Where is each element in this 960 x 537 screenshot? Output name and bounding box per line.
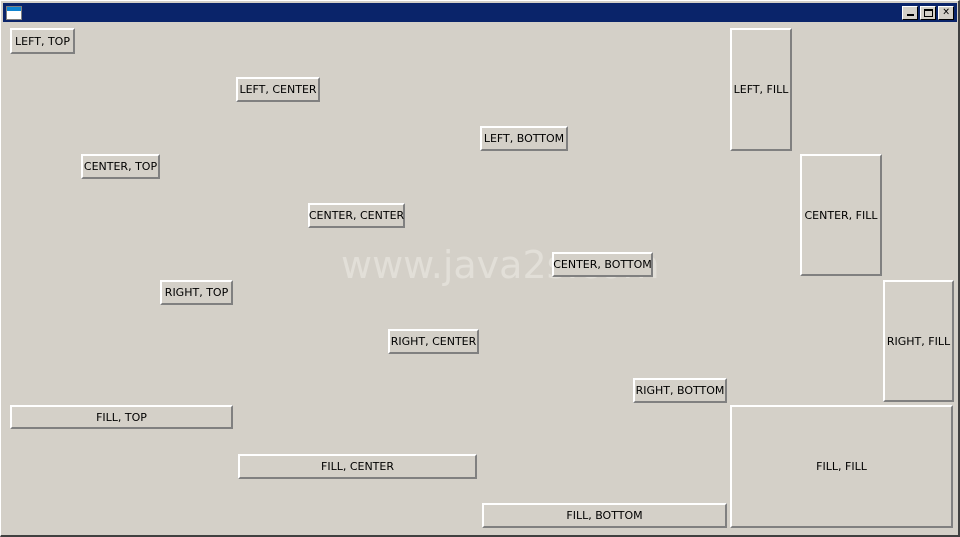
button-left-bottom[interactable]: LEFT, BOTTOM	[480, 126, 568, 151]
button-fill-fill[interactable]: FILL, FILL	[730, 405, 953, 528]
title-bar[interactable]: ✕	[3, 3, 957, 22]
button-left-fill[interactable]: LEFT, FILL	[730, 28, 792, 151]
button-center-bottom[interactable]: CENTER, BOTTOM	[552, 252, 653, 277]
button-left-top[interactable]: LEFT, TOP	[10, 28, 75, 54]
button-center-center[interactable]: CENTER, CENTER	[308, 203, 405, 228]
button-label: CENTER, TOP	[83, 160, 158, 173]
button-right-fill[interactable]: RIGHT, FILL	[883, 280, 954, 402]
close-button[interactable]: ✕	[938, 5, 954, 20]
maximize-button[interactable]	[920, 5, 936, 20]
button-label: FILL, CENTER	[321, 460, 394, 473]
button-label: RIGHT, FILL	[886, 334, 951, 348]
button-center-fill[interactable]: CENTER, FILL	[800, 154, 882, 276]
button-center-top[interactable]: CENTER, TOP	[81, 154, 160, 179]
button-left-center[interactable]: LEFT, CENTER	[236, 77, 320, 102]
close-icon: ✕	[942, 6, 950, 18]
button-right-center[interactable]: RIGHT, CENTER	[388, 329, 479, 354]
button-label: FILL, BOTTOM	[566, 509, 643, 522]
button-fill-center[interactable]: FILL, CENTER	[238, 454, 477, 479]
button-label: LEFT, BOTTOM	[483, 132, 565, 145]
button-label: RIGHT, TOP	[164, 286, 229, 299]
button-label: LEFT, FILL	[733, 83, 789, 96]
minimize-button[interactable]	[902, 5, 918, 20]
client-area: www.java2s.com LEFT, TOP LEFT, CENTER LEFT…	[3, 23, 957, 533]
maximize-icon	[923, 8, 933, 17]
button-label: CENTER, BOTTOM	[553, 258, 652, 271]
button-right-top[interactable]: RIGHT, TOP	[160, 280, 233, 305]
application-window: ✕ www.java2s.com LEFT, TOP LEFT, CENTER LE…	[0, 0, 960, 537]
button-fill-top[interactable]: FILL, TOP	[10, 405, 233, 429]
button-label: RIGHT, CENTER	[390, 335, 477, 348]
button-label: LEFT, TOP	[15, 34, 70, 48]
button-label: CENTER, CENTER	[308, 209, 405, 222]
button-label: FILL, FILL	[816, 460, 867, 473]
button-right-bottom[interactable]: RIGHT, BOTTOM	[633, 378, 727, 403]
button-label: LEFT, CENTER	[239, 83, 317, 96]
window-icon	[6, 5, 22, 20]
button-label: FILL, TOP	[96, 410, 147, 424]
button-label: CENTER, FILL	[804, 208, 878, 222]
button-label: RIGHT, BOTTOM	[635, 384, 725, 397]
button-fill-bottom[interactable]: FILL, BOTTOM	[482, 503, 727, 528]
minimize-icon	[906, 14, 914, 16]
